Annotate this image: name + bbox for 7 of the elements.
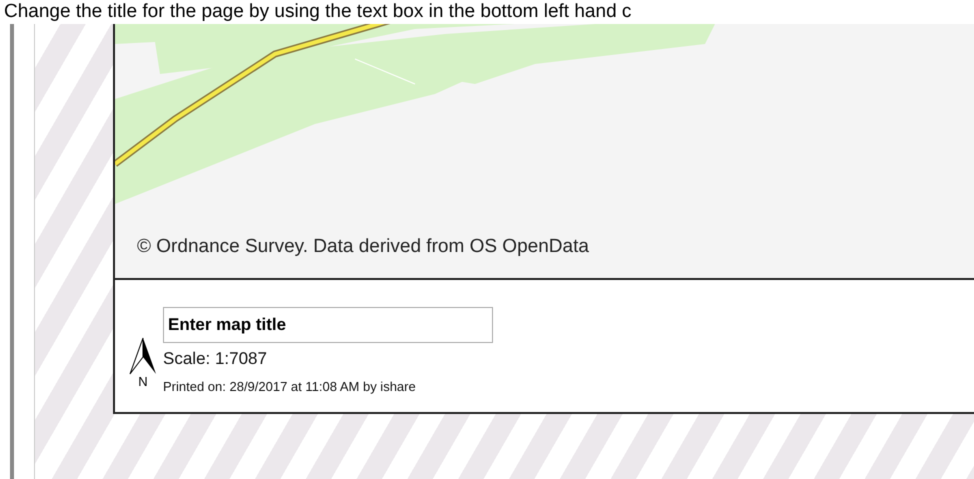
compass-label: N <box>138 374 148 388</box>
scale-text: Scale: 1:7087 <box>163 348 268 368</box>
instruction-text: Change the title for the page by using the text box in the bottom left hand c <box>3 0 632 24</box>
title-field[interactable]: Enter map title <box>163 306 493 342</box>
north-arrow-icon <box>129 336 157 374</box>
printed-info: Printed on: 28/9/2017 at 11:08 AM by ishare <box>163 378 417 394</box>
attribution-text: © Ordnance Survey. Data derived from OS OpenData <box>137 236 589 258</box>
